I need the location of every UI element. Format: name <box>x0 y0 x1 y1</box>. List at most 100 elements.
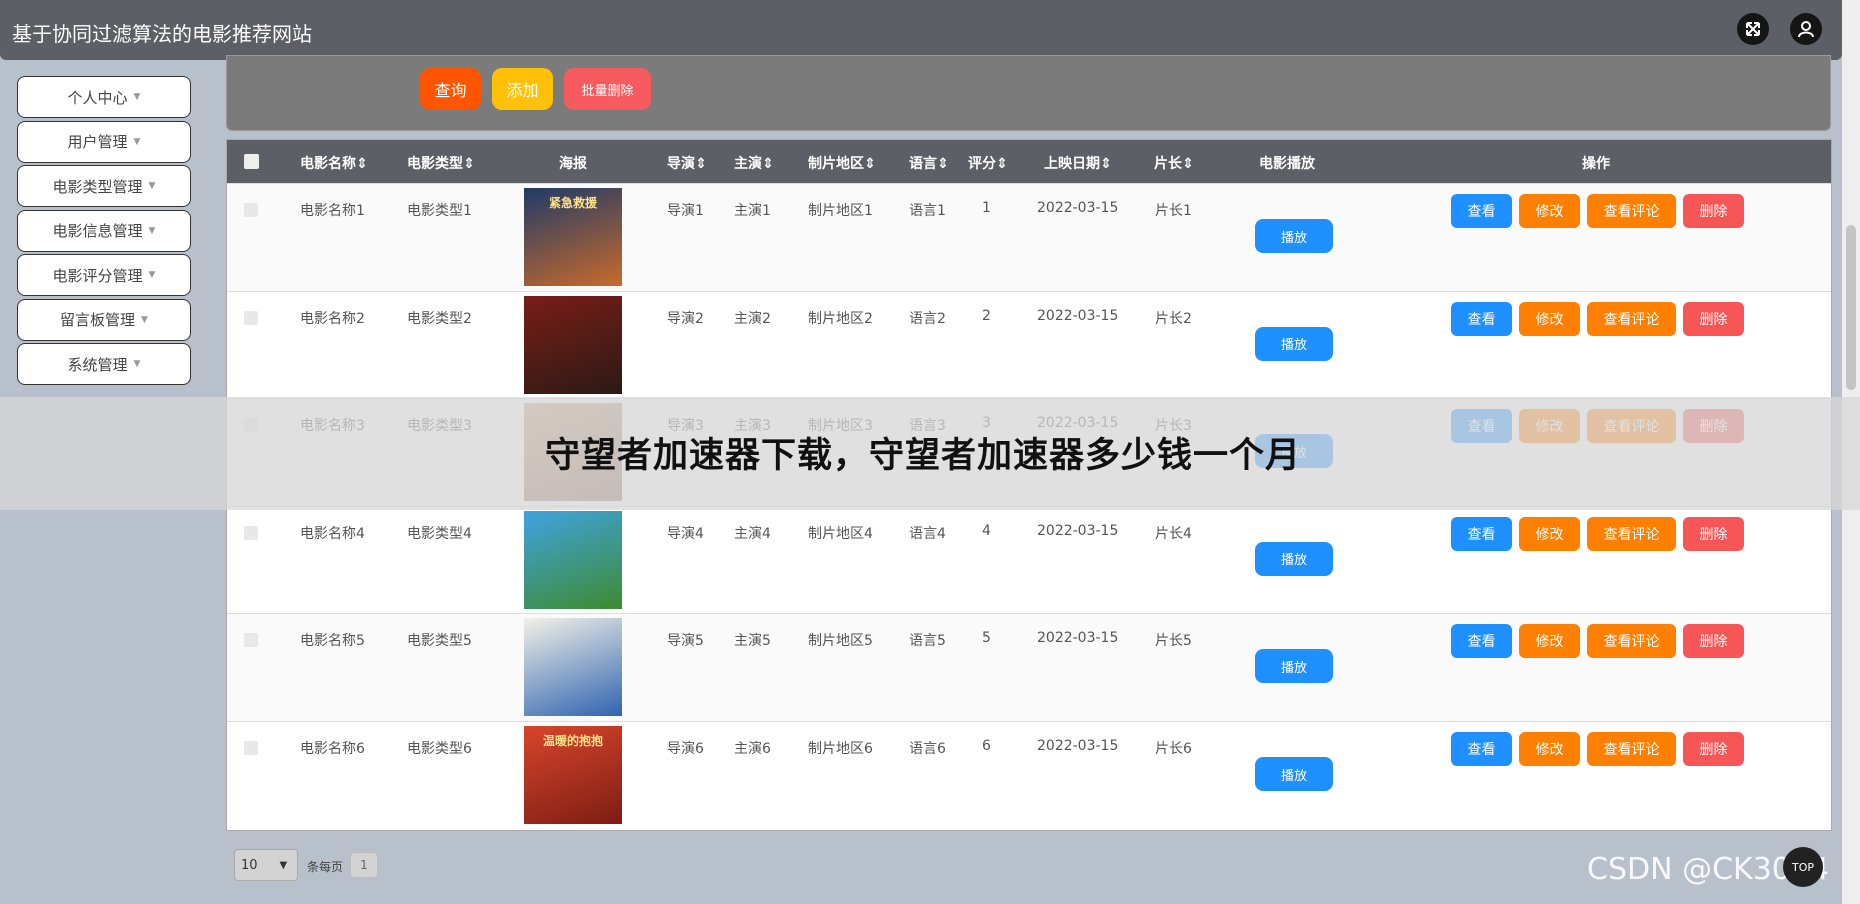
caret-down-icon: ▼ <box>148 181 156 191</box>
table-header: 电影名称⇕ 电影类型⇕ 海报 导演⇕ 主演⇕ 制片地区⇕ 语言⇕ 评分⇕ 上映日… <box>227 140 1831 183</box>
caret-down-icon: ▼ <box>141 314 148 325</box>
page-scrollbar-thumb[interactable] <box>1846 225 1856 390</box>
chevron-down-icon: ▼ <box>279 859 288 871</box>
user-icon[interactable] <box>1790 13 1822 45</box>
row-checkbox[interactable] <box>244 310 258 325</box>
header-director[interactable]: 导演⇕ <box>667 153 707 173</box>
cell-rating: 1 <box>982 200 991 216</box>
sidebar-item[interactable]: 个人中心 ▼ <box>17 76 191 118</box>
cell-actor: 主演5 <box>734 633 771 650</box>
page-size-label: 条每页 <box>307 860 344 874</box>
cell-director: 导演1 <box>667 203 704 219</box>
page-size-value: 10 <box>241 857 258 873</box>
delete-button[interactable]: 删除 <box>1683 516 1744 551</box>
movie-poster <box>524 510 622 609</box>
cell-director: 导演6 <box>667 741 704 757</box>
play-button[interactable]: 播放 <box>1255 757 1333 791</box>
delete-button[interactable]: 删除 <box>1683 194 1744 228</box>
sidebar-item[interactable]: 用户管理 ▼ <box>17 120 191 163</box>
cell-length: 片长4 <box>1155 525 1192 542</box>
play-button[interactable]: 播放 <box>1255 649 1333 684</box>
edit-button[interactable]: 修改 <box>1519 624 1580 659</box>
header-date[interactable]: 上映日期⇕ <box>1044 153 1112 173</box>
view-reviews-button[interactable]: 查看评论 <box>1587 194 1676 228</box>
fullscreen-icon[interactable] <box>1737 13 1769 45</box>
cell-length: 片长6 <box>1155 741 1192 757</box>
overlay-text: 守望者加速器下载，守望者加速器多少钱一个月 <box>545 436 1302 476</box>
play-button[interactable]: 播放 <box>1255 326 1333 361</box>
caret-down-icon: ▼ <box>133 359 141 369</box>
cell-name: 电影名称1 <box>300 203 365 219</box>
view-reviews-button[interactable]: 查看评论 <box>1587 301 1676 336</box>
scroll-top-button[interactable]: TOP <box>1783 847 1823 887</box>
page-number-button[interactable]: 1 <box>350 852 378 878</box>
view-reviews-button[interactable]: 查看评论 <box>1587 624 1676 659</box>
delete-button[interactable]: 删除 <box>1683 732 1744 766</box>
movie-poster: 紧急救援 <box>524 188 622 286</box>
cell-director: 导演4 <box>667 525 704 542</box>
cell-region: 制片地区5 <box>808 633 873 650</box>
sidebar-item[interactable]: 电影信息管理 ▼ <box>17 209 191 252</box>
sidebar-item[interactable]: 电影评分管理 ▼ <box>17 254 191 296</box>
header-language[interactable]: 语言⇕ <box>909 153 949 173</box>
add-button[interactable]: 添加 <box>492 68 553 110</box>
header-name[interactable]: 电影名称⇕ <box>300 153 368 173</box>
sidebar-item-label: 电影信息管理 <box>52 222 143 240</box>
play-button[interactable]: 播放 <box>1255 219 1333 253</box>
header-rating[interactable]: 评分⇕ <box>968 153 1008 173</box>
sidebar-item-label: 电影评分管理 <box>52 266 143 285</box>
play-button[interactable]: 播放 <box>1255 541 1333 576</box>
cell-language: 语言4 <box>909 525 946 542</box>
header-length[interactable]: 片长⇕ <box>1154 153 1194 173</box>
row-checkbox[interactable] <box>244 525 258 540</box>
cell-name: 电影名称4 <box>300 525 365 542</box>
cell-language: 语言2 <box>909 310 946 327</box>
view-reviews-button[interactable]: 查看评论 <box>1587 732 1676 766</box>
row-checkbox[interactable] <box>244 633 258 648</box>
header-play: 电影播放 <box>1259 156 1315 172</box>
sidebar-item-label: 个人中心 <box>67 88 128 107</box>
movie-poster <box>524 618 622 717</box>
cell-date: 2022-03-15 <box>1037 200 1119 216</box>
header-actor[interactable]: 主演⇕ <box>734 153 774 173</box>
sidebar-item[interactable]: 系统管理 ▼ <box>17 343 191 385</box>
cell-actor: 主演4 <box>734 525 771 542</box>
header-region[interactable]: 制片地区⇕ <box>808 153 876 173</box>
cell-date: 2022-03-15 <box>1037 307 1119 324</box>
view-button[interactable]: 查看 <box>1451 516 1512 551</box>
top-header: 基于协同过滤算法的电影推荐网站 <box>0 0 1842 60</box>
edit-button[interactable]: 修改 <box>1519 194 1580 228</box>
header-poster: 海报 <box>559 156 587 172</box>
cell-type: 电影类型4 <box>407 525 472 542</box>
row-checkbox[interactable] <box>244 203 258 217</box>
edit-button[interactable]: 修改 <box>1519 516 1580 551</box>
table-row: 电影名称1 电影类型1 导演1 主演1 制片地区1 语言1 1 2022-03-15 片长1 紧急… <box>227 183 1831 291</box>
sidebar-item-label: 用户管理 <box>67 133 128 151</box>
view-button[interactable]: 查看 <box>1451 194 1512 228</box>
edit-button[interactable]: 修改 <box>1519 301 1580 336</box>
query-button[interactable]: 查询 <box>420 68 481 110</box>
batch-delete-button[interactable]: 批量删除 <box>564 68 651 110</box>
header-type[interactable]: 电影类型⇕ <box>407 153 475 173</box>
sidebar-item-label: 系统管理 <box>67 355 128 374</box>
cell-language: 语言6 <box>909 741 946 757</box>
view-reviews-button[interactable]: 查看评论 <box>1587 516 1676 551</box>
table-row: 电影名称5 电影类型5 导演5 主演5 制片地区5 语言5 5 2022-03-15 片长5 播放… <box>227 613 1831 722</box>
delete-button[interactable]: 删除 <box>1683 301 1744 336</box>
movie-poster <box>524 295 622 394</box>
caret-down-icon: ▼ <box>133 92 141 102</box>
sidebar-item[interactable]: 留言板管理 ▼ <box>17 298 191 341</box>
delete-button[interactable]: 删除 <box>1683 624 1744 659</box>
edit-button[interactable]: 修改 <box>1519 732 1580 766</box>
row-checkbox[interactable] <box>244 741 258 755</box>
page-size-select[interactable]: 10 ▼ <box>234 849 298 881</box>
select-all-checkbox[interactable] <box>244 154 259 169</box>
view-button[interactable]: 查看 <box>1451 301 1512 336</box>
sidebar-item[interactable]: 电影类型管理 ▼ <box>17 165 191 207</box>
cell-rating: 4 <box>982 522 991 539</box>
cell-type: 电影类型5 <box>407 633 472 650</box>
view-button[interactable]: 查看 <box>1451 732 1512 766</box>
cell-actor: 主演6 <box>734 741 771 757</box>
poster-title: 温暖的抱抱 <box>542 734 603 748</box>
view-button[interactable]: 查看 <box>1451 624 1512 659</box>
